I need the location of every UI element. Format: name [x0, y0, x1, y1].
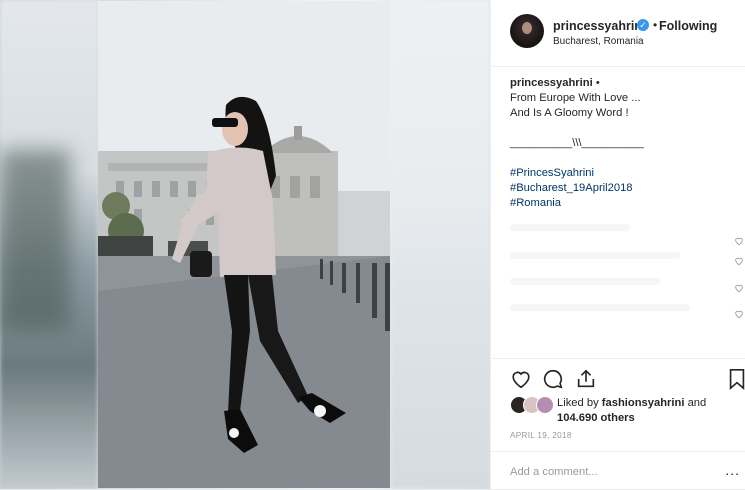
more-options-button[interactable]: ...	[725, 462, 740, 478]
liked-by-middle: and	[687, 397, 707, 409]
heart-icon[interactable]	[510, 368, 532, 390]
avatar[interactable]	[510, 14, 544, 48]
comment-like-heart-icon[interactable]	[734, 236, 744, 246]
blurred-background-left	[0, 0, 98, 489]
avatar	[536, 396, 554, 414]
comment-like-heart-icon[interactable]	[734, 309, 744, 319]
hashtag-link[interactable]: #Bucharest_19April2018	[510, 181, 740, 196]
comments-placeholder	[510, 222, 720, 332]
caption-line: And Is A Gloomy Word !	[510, 107, 629, 119]
post-actions: Liked by fashionsyahrini and 104.690 oth…	[491, 358, 745, 489]
liked-by-user-link[interactable]: fashionsyahrini	[602, 397, 685, 409]
comment-box: Add a comment... ...	[491, 451, 745, 490]
blurred-background-right	[390, 0, 490, 489]
caption-separator: •	[595, 77, 600, 89]
location-link[interactable]: Bucharest, Romania	[553, 36, 644, 47]
comment-icon[interactable]	[542, 368, 564, 390]
photo-illustration	[98, 1, 390, 488]
following-button[interactable]: Following	[659, 19, 717, 33]
username-link[interactable]: princessyahrini	[553, 19, 645, 33]
caption-line: From Europe With Love ...	[510, 92, 641, 104]
comment-input[interactable]: Add a comment...	[510, 466, 598, 478]
media-area	[0, 0, 490, 489]
likes-count-link[interactable]: 104.690 others	[557, 412, 635, 424]
comment-like-heart-icon[interactable]	[734, 256, 744, 266]
hashtag-link[interactable]: #Romania	[510, 196, 740, 211]
hashtag-link[interactable]: #PrincesSyahrini	[510, 166, 740, 181]
post-photo[interactable]	[98, 1, 390, 488]
share-icon[interactable]	[575, 368, 597, 390]
follow-separator: •	[653, 18, 658, 32]
caption-username[interactable]: princessyahrini	[510, 77, 593, 89]
bookmark-icon[interactable]	[727, 368, 745, 390]
post-header: princessyahrini ✓ • Following Bucharest,…	[491, 0, 745, 67]
post-details-panel: princessyahrini ✓ • Following Bucharest,…	[490, 0, 745, 489]
comment-like-heart-icon[interactable]	[734, 283, 744, 293]
verified-badge-icon: ✓	[637, 19, 649, 31]
liked-by-prefix: Liked by	[557, 397, 599, 409]
caption-divider: __________\\\__________	[510, 137, 644, 149]
liked-by-text: Liked by fashionsyahrini and 104.690 oth…	[557, 396, 742, 426]
post-caption: princessyahrini • From Europe With Love …	[510, 76, 740, 211]
post-date[interactable]: APRIL 19, 2018	[510, 431, 572, 440]
